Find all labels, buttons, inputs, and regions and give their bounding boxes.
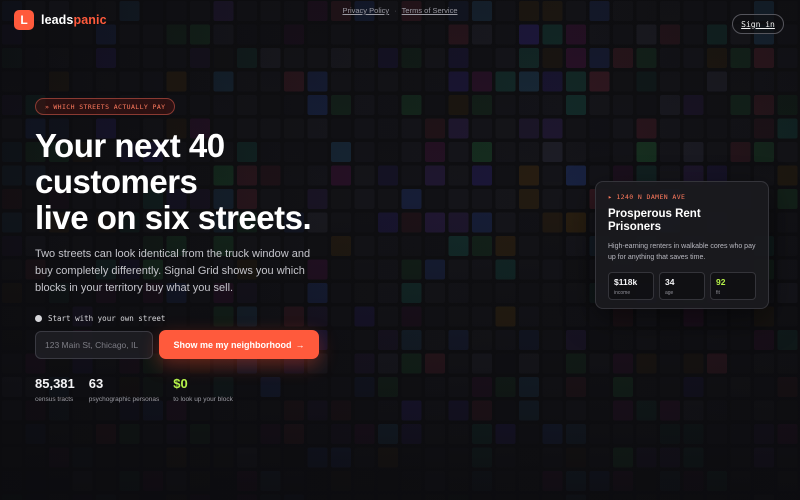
card-address-text: 1240 N DAMEN AVE bbox=[616, 193, 686, 201]
stat-value: 85,381 bbox=[35, 376, 75, 391]
play-marker-icon: ▸ bbox=[608, 193, 613, 201]
privacy-policy-link[interactable]: Privacy Policy bbox=[342, 6, 389, 15]
persona-metrics: $118k income 34 age 92 fit bbox=[608, 272, 756, 300]
card-address: ▸ 1240 N DAMEN AVE bbox=[608, 193, 756, 201]
brand-name: leadspanic bbox=[41, 13, 107, 27]
arrow-right-icon: → bbox=[295, 339, 305, 350]
hero-subtext: Two streets can look identical from the … bbox=[35, 248, 311, 294]
metric-age: 34 age bbox=[659, 272, 705, 300]
stat-label: census tracts bbox=[35, 396, 74, 403]
link-separator: · bbox=[394, 6, 397, 15]
headline-line-3: live on six streets. bbox=[35, 199, 312, 236]
metric-label: fit bbox=[716, 290, 720, 296]
hero-stats: 85,381 census tracts 63 psychographic pe… bbox=[35, 376, 247, 403]
metric-income: $118k income bbox=[608, 272, 654, 300]
stat-personas: 63 psychographic personas bbox=[89, 376, 159, 403]
persona-description: High-earning renters in walkable cores w… bbox=[608, 243, 756, 261]
location-pin-icon bbox=[35, 315, 42, 322]
stat-label: to look up your block bbox=[173, 396, 233, 403]
headline-line-1: Your next 40 bbox=[35, 127, 225, 164]
persona-title: Prosperous Rent Prisoners bbox=[608, 208, 701, 233]
top-links: Privacy Policy · Terms of Service bbox=[0, 6, 800, 15]
metric-fit: 92 fit bbox=[710, 272, 756, 300]
hero-headline: Your next 40 customers live on six stree… bbox=[35, 128, 365, 236]
eyebrow-text: WHICH STREETS ACTUALLY PAY bbox=[53, 102, 166, 111]
metric-label: age bbox=[665, 290, 674, 296]
persona-preview-card: ▸ 1240 N DAMEN AVE Prosperous Rent Priso… bbox=[595, 181, 769, 309]
hero-eyebrow-badge: » WHICH STREETS ACTUALLY PAY bbox=[35, 98, 176, 115]
show-neighborhood-button[interactable]: Show me my neighborhood → bbox=[159, 330, 319, 359]
stat-census-tracts: 85,381 census tracts bbox=[35, 376, 75, 403]
metric-label: income bbox=[614, 290, 631, 296]
metric-value: 34 bbox=[665, 277, 675, 287]
street-address-input[interactable] bbox=[35, 331, 153, 359]
headline-line-2: customers bbox=[35, 163, 198, 200]
cta-label: Show me my neighborhood bbox=[173, 339, 292, 350]
start-label-text: Start with your own street bbox=[48, 314, 166, 323]
sign-in-button[interactable]: Sign in bbox=[732, 14, 784, 34]
terms-of-service-link[interactable]: Terms of Service bbox=[402, 6, 458, 15]
start-label: Start with your own street bbox=[35, 314, 165, 323]
eyebrow-marker-icon: » bbox=[45, 102, 50, 111]
stat-value: 63 bbox=[88, 376, 104, 391]
stat-value: $0 bbox=[173, 376, 188, 391]
metric-value: 92 bbox=[716, 277, 726, 287]
stat-label: psychographic personas bbox=[88, 396, 160, 403]
stat-price: $0 to look up your block bbox=[173, 376, 233, 403]
metric-value: $118k bbox=[614, 277, 638, 287]
